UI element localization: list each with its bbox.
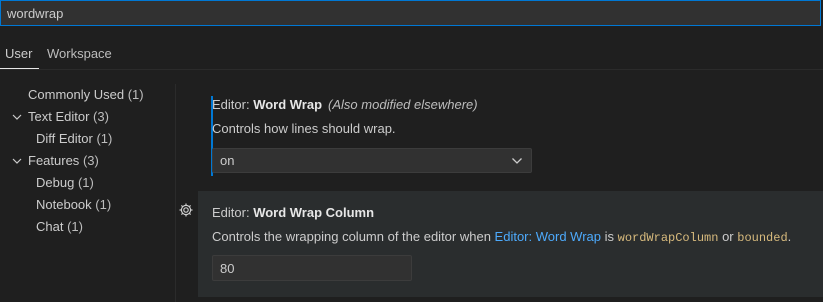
gear-icon[interactable] [178,202,194,218]
setting-name: Word Wrap Column [253,205,375,220]
setting-link-word-wrap[interactable]: Editor: Word Wrap [495,229,601,244]
word-wrap-select[interactable]: on [212,148,532,173]
toc-label: Notebook [36,197,92,212]
chevron-down-icon[interactable] [11,155,23,167]
settings-tabs: User Workspace [0,38,823,70]
toc-count: (3) [82,153,99,168]
desc-text: or [718,229,738,244]
setting-name: Word Wrap [253,97,323,112]
setting-category: Editor: [212,205,254,220]
tab-user[interactable]: User [5,38,32,69]
toc-item-chat[interactable]: Chat (1) [36,216,83,238]
toc-separator [175,84,176,302]
setting-description: Controls how lines should wrap. [212,121,396,136]
toc-item-debug[interactable]: Debug (1) [36,172,94,194]
toc-count: (1) [96,131,113,146]
toc-count: (1) [127,87,144,102]
toc-count: (3) [93,109,109,124]
toc-label: Debug [36,175,75,190]
toc-item-features[interactable]: Features (3) [28,150,99,172]
settings-search-input[interactable] [1,1,820,25]
setting-title-word-wrap: Editor: Word Wrap (Also modified elsewher… [212,97,478,112]
desc-text: . [787,229,792,244]
setting-category: Editor: [212,97,254,112]
desc-text: is [601,229,618,244]
toc-label: Features [28,153,80,168]
setting-title-word-wrap-column: Editor: Word Wrap Column [212,205,374,220]
toc-label: Diff Editor [36,131,93,146]
toc-item-diff-editor[interactable]: Diff Editor (1) [36,128,112,150]
toc-count: (1) [95,197,112,212]
chevron-down-icon [512,158,522,164]
word-wrap-column-field[interactable] [212,255,412,281]
toc-item-commonly-used[interactable]: Commonly Used (1) [28,84,144,106]
desc-text: Controls the wrapping column of the edit… [212,229,495,244]
toc-item-text-editor[interactable]: Text Editor (3) [28,106,109,128]
tabs-divider [0,69,823,70]
code-value: bounded [737,231,788,245]
toc-label: Commonly Used [28,87,125,102]
chevron-down-icon[interactable] [11,111,23,123]
modified-elsewhere-note[interactable]: (Also modified elsewhere) [328,97,478,112]
code-value: wordWrapColumn [617,231,719,245]
select-value: on [220,153,235,168]
toc-item-notebook[interactable]: Notebook (1) [36,194,111,216]
tab-workspace[interactable]: Workspace [47,38,112,69]
setting-description: Controls the wrapping column of the edit… [212,229,791,245]
toc-label: Chat [36,219,64,234]
word-wrap-column-input[interactable] [213,256,411,280]
toc-count: (1) [77,175,94,190]
settings-search-box[interactable] [0,0,821,26]
toc-label: Text Editor [28,109,90,124]
toc-count: (1) [67,219,83,234]
